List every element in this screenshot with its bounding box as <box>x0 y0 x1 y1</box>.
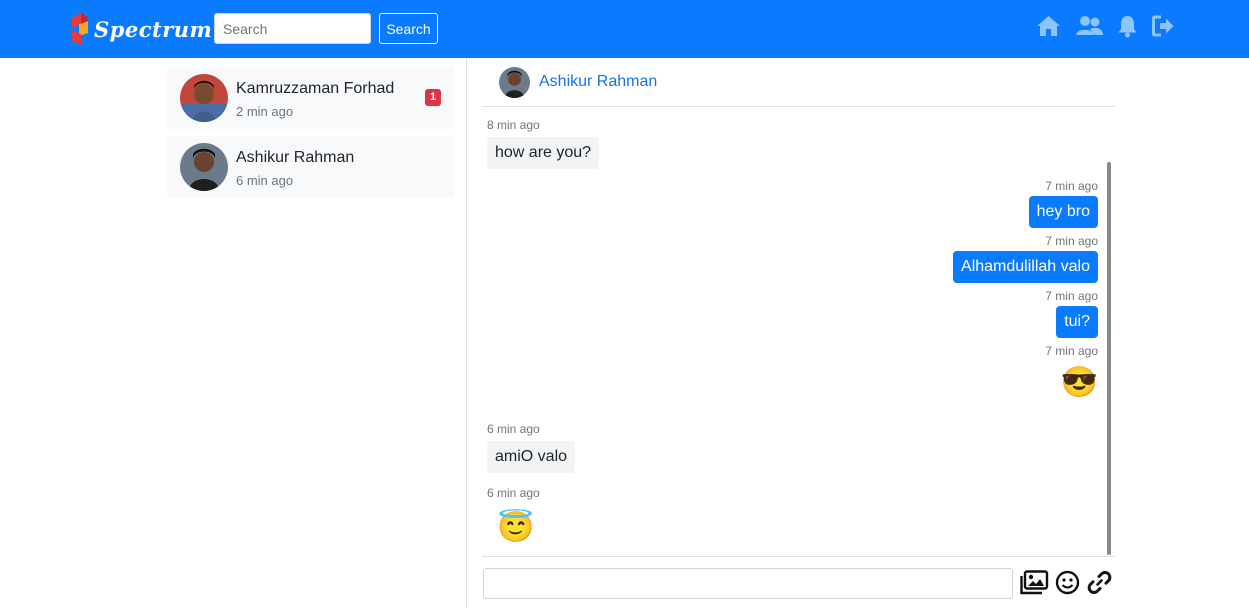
image-icon[interactable] <box>1020 570 1049 600</box>
search-button[interactable]: Search <box>379 13 438 44</box>
contact-name-link[interactable]: Ashikur Rahman <box>539 73 657 91</box>
brand-logo[interactable]: Spectrum <box>70 12 212 46</box>
message-time: 7 min ago <box>1045 289 1098 303</box>
message-time: 7 min ago <box>1045 234 1098 248</box>
message-time: 7 min ago <box>1045 179 1098 193</box>
outgoing-message: Alhamdulillah valo <box>953 251 1098 283</box>
message-input[interactable] <box>483 568 1013 599</box>
message-time: 7 min ago <box>1045 344 1098 358</box>
home-icon[interactable] <box>1036 15 1061 42</box>
conversation-name: Ashikur Rahman <box>236 149 355 166</box>
logo-mark-icon <box>72 13 88 45</box>
conversation-item[interactable]: Ashikur Rahman 6 min ago <box>167 136 454 198</box>
search-input[interactable] <box>214 13 371 44</box>
message-time: 6 min ago <box>487 422 540 436</box>
chat-header: Ashikur Rahman <box>482 58 1115 107</box>
conversation-time: 6 min ago <box>236 173 294 188</box>
conversation-time: 2 min ago <box>236 104 294 119</box>
users-icon[interactable] <box>1075 15 1104 42</box>
messages-scrollbar[interactable] <box>1107 162 1111 555</box>
message-time: 6 min ago <box>487 486 540 500</box>
logout-icon[interactable] <box>1152 15 1175 42</box>
message-time: 8 min ago <box>487 118 540 132</box>
brand-name: Spectrum <box>94 16 213 42</box>
halo-emoji-icon: 😇 <box>497 511 535 544</box>
contact-avatar <box>499 67 530 98</box>
composer-divider <box>482 556 1115 557</box>
link-icon[interactable] <box>1087 570 1112 600</box>
outgoing-message: hey bro <box>1028 196 1098 228</box>
navbar: Spectrum Search <box>0 0 1249 58</box>
unread-badge: 1 <box>425 89 441 106</box>
conversation-name: Kamruzzaman Forhad <box>236 80 395 97</box>
conversation-item[interactable]: Kamruzzaman Forhad 2 min ago 1 <box>167 67 454 129</box>
incoming-message: amiO valo <box>487 441 576 473</box>
smile-icon[interactable] <box>1055 570 1080 600</box>
avatar <box>180 143 228 191</box>
bell-icon[interactable] <box>1117 15 1138 43</box>
outgoing-message: tui? <box>1056 306 1098 338</box>
incoming-message: how are you? <box>487 137 600 169</box>
sunglasses-emoji-icon: 😎 <box>1060 366 1098 399</box>
avatar <box>180 74 228 122</box>
